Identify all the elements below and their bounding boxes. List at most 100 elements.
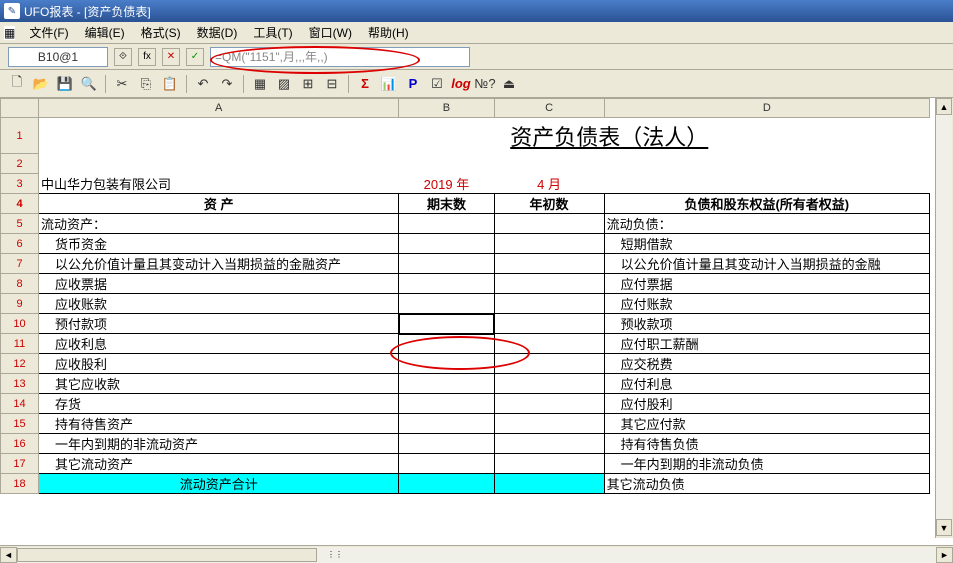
cell-begin[interactable] [494, 234, 604, 254]
help-icon[interactable]: №? [474, 73, 496, 95]
row-header[interactable]: 9 [1, 294, 39, 314]
col-title-end[interactable]: 期末数 [399, 194, 494, 214]
merge-icon[interactable]: ⊞ [297, 73, 319, 95]
col-title-assets[interactable]: 资 产 [39, 194, 399, 214]
row-header[interactable]: 15 [1, 414, 39, 434]
cell-asset[interactable]: 以公允价值计量且其变动计入当期损益的金融资产 [39, 254, 399, 274]
col-title-begin[interactable]: 年初数 [494, 194, 604, 214]
cell-begin[interactable] [494, 334, 604, 354]
cell-begin[interactable] [494, 414, 604, 434]
exit-icon[interactable]: ⏏ [498, 73, 520, 95]
cell-liab[interactable]: 以公允价值计量且其变动计入当期损益的金融 [604, 254, 929, 274]
checkbox-icon[interactable]: ☑ [426, 73, 448, 95]
save-icon[interactable]: 💾 [54, 73, 76, 95]
cell-begin[interactable] [494, 354, 604, 374]
cell-end[interactable] [399, 434, 494, 454]
scroll-up-icon[interactable]: ▲ [936, 98, 952, 115]
cell-liab[interactable]: 应付票据 [604, 274, 929, 294]
cell-liab[interactable]: 短期借款 [604, 234, 929, 254]
row-header[interactable]: 5 [1, 214, 39, 234]
fx-icon[interactable]: ⟐ [114, 48, 132, 66]
cancel-formula-icon[interactable]: ✕ [162, 48, 180, 66]
cell-end[interactable] [399, 354, 494, 374]
cell-end[interactable] [399, 254, 494, 274]
cell-asset[interactable]: 其它流动资产 [39, 454, 399, 474]
row-header[interactable]: 12 [1, 354, 39, 374]
cell-end[interactable] [399, 294, 494, 314]
cell-liab[interactable]: 应付职工薪酬 [604, 334, 929, 354]
row-header[interactable]: 14 [1, 394, 39, 414]
col-header-a[interactable]: A [39, 99, 399, 118]
row-header[interactable]: 18 [1, 474, 39, 494]
year-value[interactable]: 2019 年 [399, 174, 494, 194]
cell-begin[interactable] [494, 314, 604, 334]
cell-end[interactable] [399, 274, 494, 294]
cell[interactable] [39, 154, 930, 174]
menu-help[interactable]: 帮助(H) [360, 22, 417, 43]
cell-liab[interactable]: 应付利息 [604, 374, 929, 394]
cell[interactable] [604, 174, 929, 194]
confirm-formula-icon[interactable]: ✓ [186, 48, 204, 66]
cell-liab[interactable]: 应付账款 [604, 294, 929, 314]
cell-end[interactable] [399, 234, 494, 254]
sigma-icon[interactable]: Σ [354, 73, 376, 95]
delete-icon[interactable]: ▨ [273, 73, 295, 95]
cell-asset[interactable]: 流动资产合计 [39, 474, 399, 494]
row-header[interactable]: 13 [1, 374, 39, 394]
cell-liab[interactable]: 流动负债： [604, 214, 929, 234]
redo-icon[interactable]: ↷ [216, 73, 238, 95]
cell-begin[interactable] [494, 374, 604, 394]
scroll-track[interactable]: ⋮⋮ [17, 547, 936, 563]
cell-end[interactable] [399, 214, 494, 234]
formula-input[interactable]: =QM("1151",月,,,年,,) [210, 47, 470, 67]
month-value[interactable]: 4 月 [494, 174, 604, 194]
cell-asset[interactable]: 一年内到期的非流动资产 [39, 434, 399, 454]
new-icon[interactable]: 🗋 [6, 73, 28, 95]
row-header[interactable]: 4 [1, 194, 39, 214]
cell-end[interactable] [399, 394, 494, 414]
cell-asset[interactable]: 货币资金 [39, 234, 399, 254]
cell-end[interactable] [399, 374, 494, 394]
cell-liab[interactable]: 一年内到期的非流动负债 [604, 454, 929, 474]
copy-icon[interactable]: ⎘ [135, 73, 157, 95]
cell-begin[interactable] [494, 214, 604, 234]
cell-end[interactable] [399, 414, 494, 434]
cell-asset[interactable]: 持有待售资产 [39, 414, 399, 434]
open-icon[interactable]: 📂 [30, 73, 52, 95]
chart-icon[interactable]: 📊 [378, 73, 400, 95]
cell-begin[interactable] [494, 254, 604, 274]
row-header[interactable]: 1 [1, 118, 39, 154]
cell-end[interactable] [399, 474, 494, 494]
fx-button[interactable]: fx [138, 48, 156, 66]
scroll-right-icon[interactable]: ► [936, 547, 953, 563]
cell-end[interactable] [399, 334, 494, 354]
paste-icon[interactable]: 📋 [159, 73, 181, 95]
menu-format[interactable]: 格式(S) [133, 22, 189, 43]
cell-liab[interactable]: 持有待售负债 [604, 434, 929, 454]
menu-file[interactable]: 文件(F) [21, 22, 76, 43]
preview-icon[interactable]: 🔍 [78, 73, 100, 95]
cell-asset[interactable]: 应收账款 [39, 294, 399, 314]
row-header[interactable]: 16 [1, 434, 39, 454]
cell-end[interactable] [399, 454, 494, 474]
vertical-scrollbar[interactable]: ▲ ▼ [935, 98, 953, 538]
menu-edit[interactable]: 编辑(E) [77, 22, 133, 43]
p-icon[interactable]: P [402, 73, 424, 95]
insert-icon[interactable]: ▦ [249, 73, 271, 95]
menu-tools[interactable]: 工具(T) [245, 22, 300, 43]
horizontal-scrollbar[interactable]: ◄ ⋮⋮ ► [0, 545, 953, 563]
row-header[interactable]: 11 [1, 334, 39, 354]
cell-liab[interactable]: 其它应付款 [604, 414, 929, 434]
cell-asset[interactable]: 应收利息 [39, 334, 399, 354]
row-header[interactable]: 7 [1, 254, 39, 274]
cell-begin[interactable] [494, 294, 604, 314]
cell-end[interactable] [399, 314, 494, 334]
menu-window[interactable]: 窗口(W) [301, 22, 360, 43]
scroll-down-icon[interactable]: ▼ [936, 519, 952, 536]
cell-begin[interactable] [494, 394, 604, 414]
cell-begin[interactable] [494, 454, 604, 474]
cell-asset[interactable]: 应收股利 [39, 354, 399, 374]
log-icon[interactable]: log [450, 73, 472, 95]
cell-begin[interactable] [494, 434, 604, 454]
row-header[interactable]: 17 [1, 454, 39, 474]
